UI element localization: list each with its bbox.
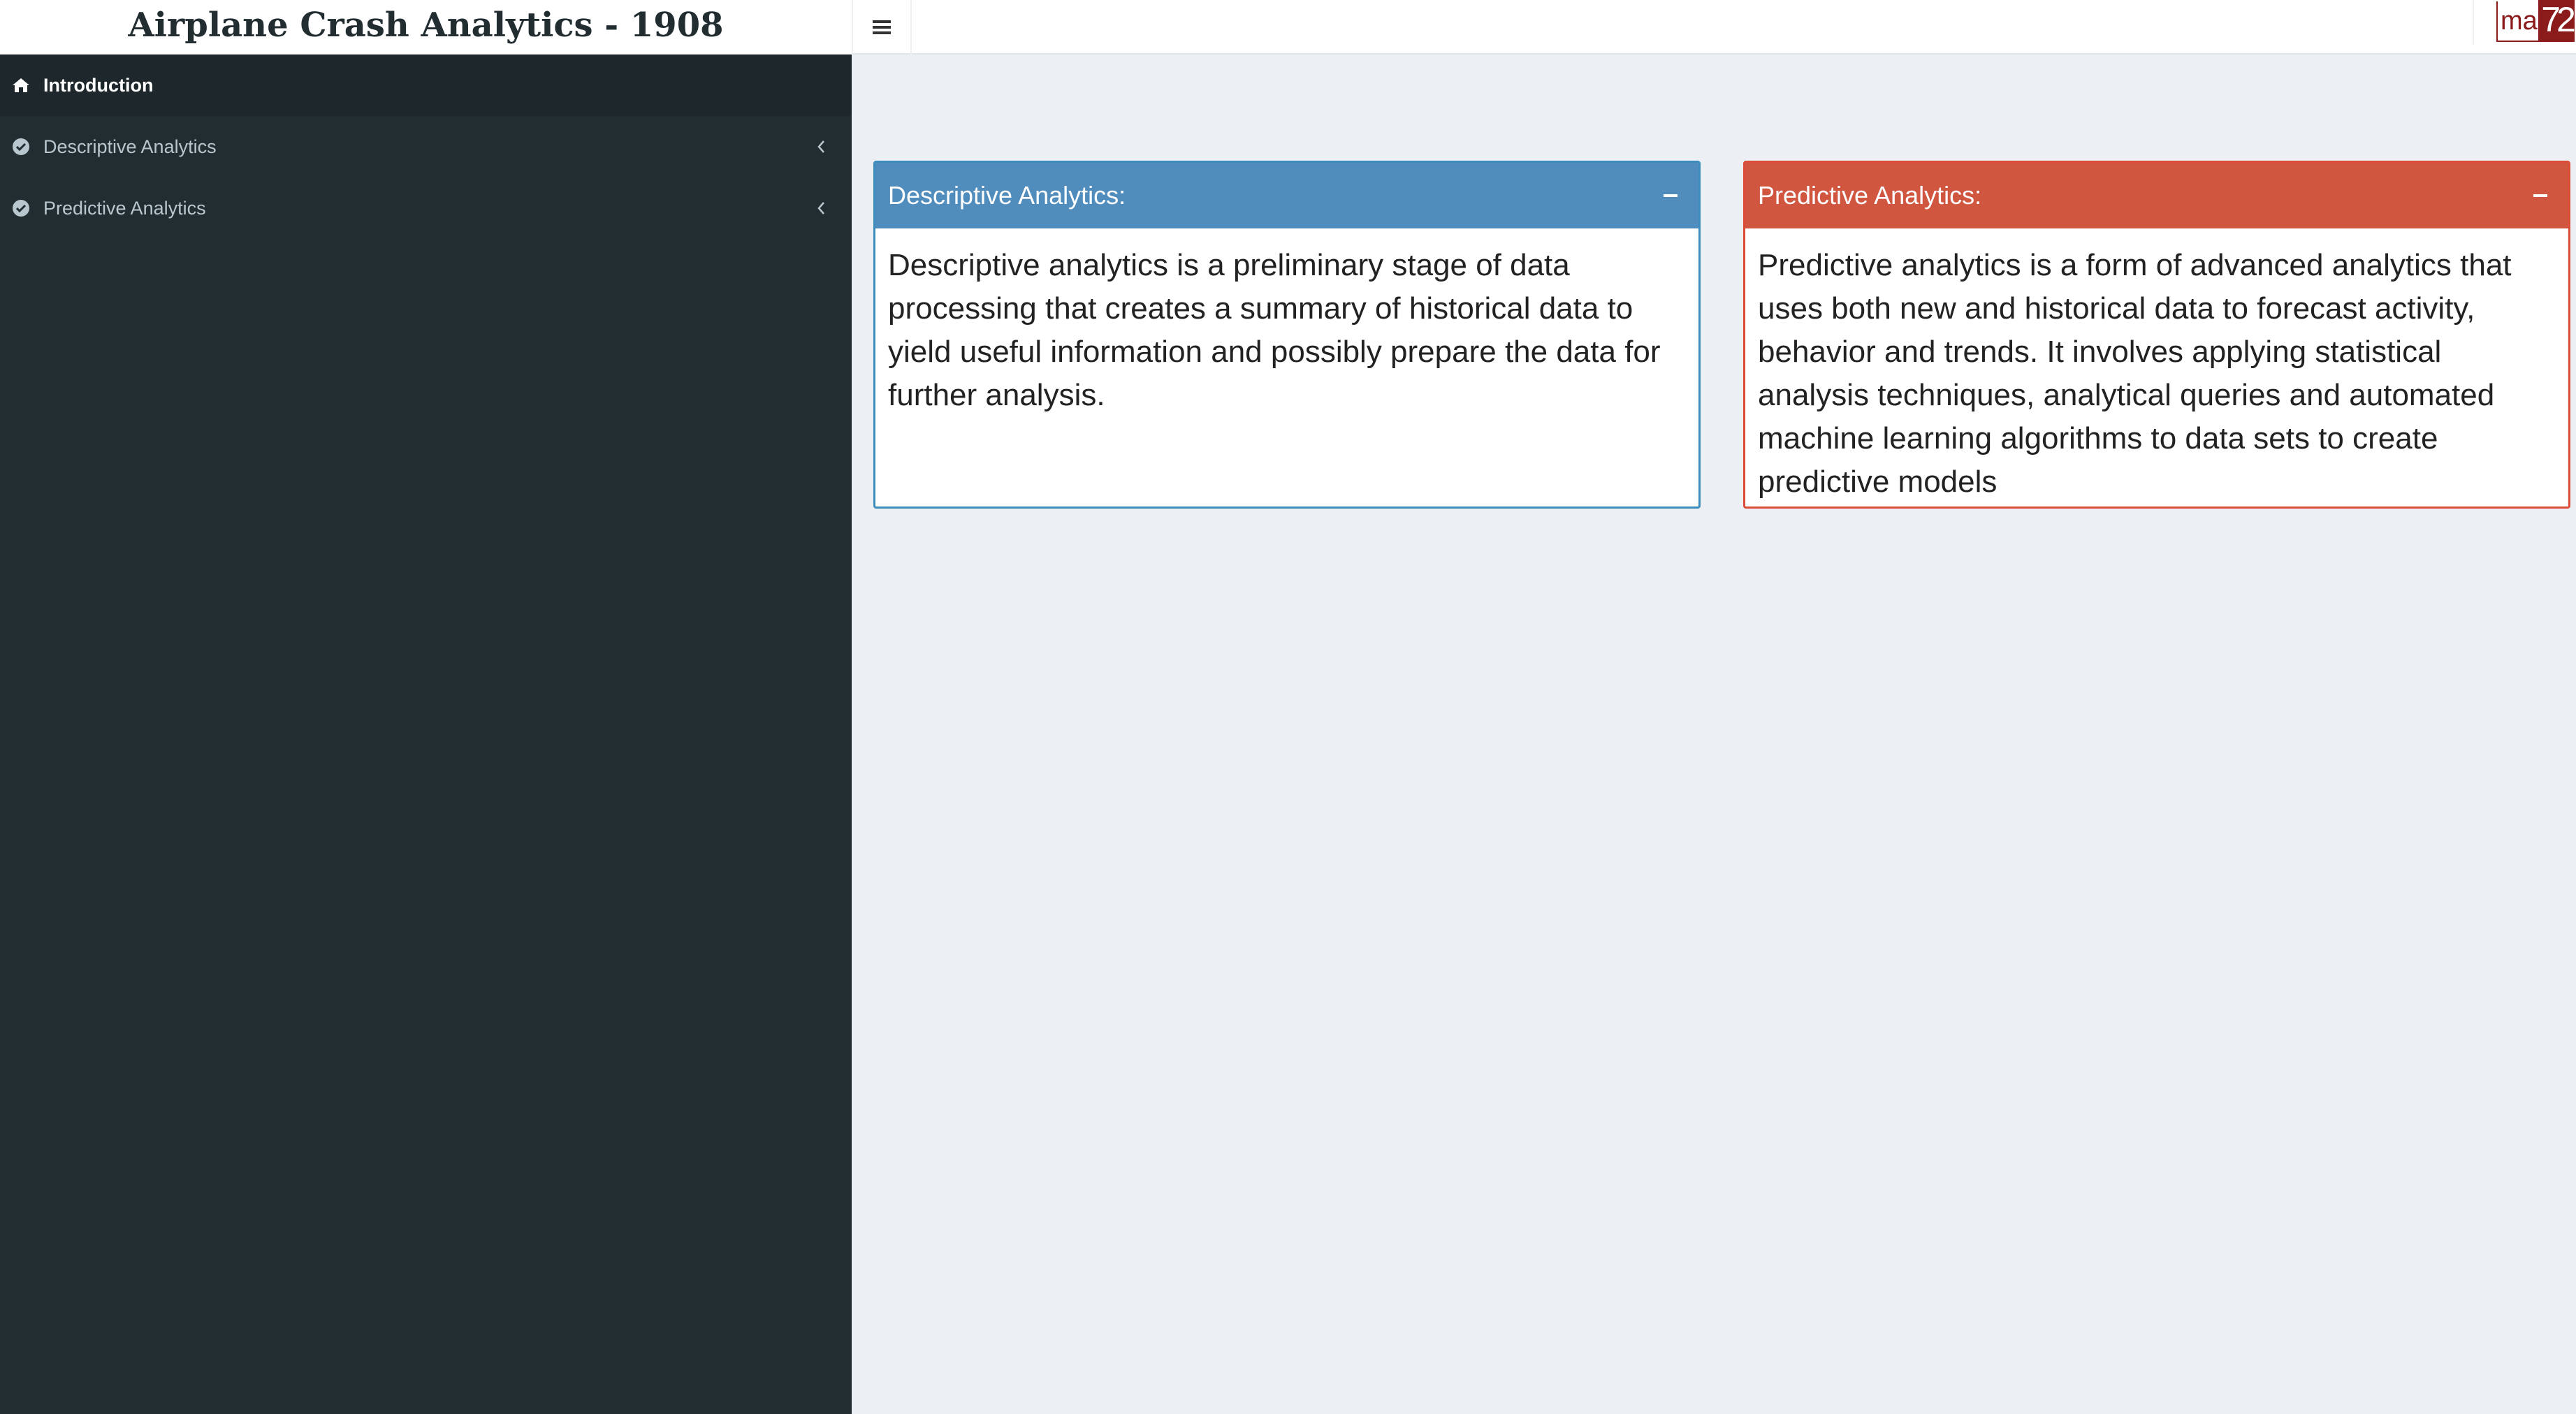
sidebar-item-label: Predictive Analytics <box>43 197 206 219</box>
sidebar-toggle-button[interactable] <box>852 0 912 54</box>
home-icon <box>11 75 31 95</box>
chevron-left-icon <box>815 200 827 217</box>
collapse-button[interactable] <box>2525 180 2556 211</box>
box-body-text: Descriptive analytics is a preliminary s… <box>888 248 1661 412</box>
minus-icon <box>2533 194 2547 197</box>
chevron-left-icon <box>815 138 827 155</box>
top-header: Airplane Crash Analytics - 1908 map 72 <box>0 0 2576 54</box>
brand-logo-mark: map 72 <box>2496 0 2576 42</box>
sidebar-item-introduction[interactable]: Introduction <box>0 54 852 116</box>
sidebar-item-label: Descriptive Analytics <box>43 136 217 157</box>
check-circle-icon <box>11 198 31 218</box>
brand-logo: map 72 <box>2473 0 2576 45</box>
descriptive-analytics-box: Descriptive Analytics: Descriptive analy… <box>873 161 1701 509</box>
box-body-text: Predictive analytics is a form of advanc… <box>1758 248 2512 499</box>
box-header: Predictive Analytics: <box>1745 163 2568 228</box>
collapse-button[interactable] <box>1655 180 1686 211</box>
sidebar: Introduction Descriptive Analytics Predi… <box>0 54 852 1414</box>
brand-logo-number: 72 <box>2538 0 2576 42</box>
app-logo-area[interactable]: Airplane Crash Analytics - 1908 <box>0 0 852 54</box>
box-header: Descriptive Analytics: <box>875 163 1698 228</box>
hamburger-icon <box>873 20 891 34</box>
check-circle-icon <box>11 137 31 156</box>
predictive-analytics-box: Predictive Analytics: Predictive analyti… <box>1743 161 2570 509</box>
sidebar-item-descriptive-analytics[interactable]: Descriptive Analytics <box>0 116 852 177</box>
sidebar-item-predictive-analytics[interactable]: Predictive Analytics <box>0 177 852 239</box>
main-content: Descriptive Analytics: Descriptive analy… <box>852 54 2576 1414</box>
minus-icon <box>1664 194 1678 197</box>
app-title: Airplane Crash Analytics - 1908 <box>128 6 724 45</box>
sidebar-item-label: Introduction <box>43 74 154 96</box>
box-title: Descriptive Analytics: <box>888 181 1126 210</box>
box-title: Predictive Analytics: <box>1758 181 1982 210</box>
